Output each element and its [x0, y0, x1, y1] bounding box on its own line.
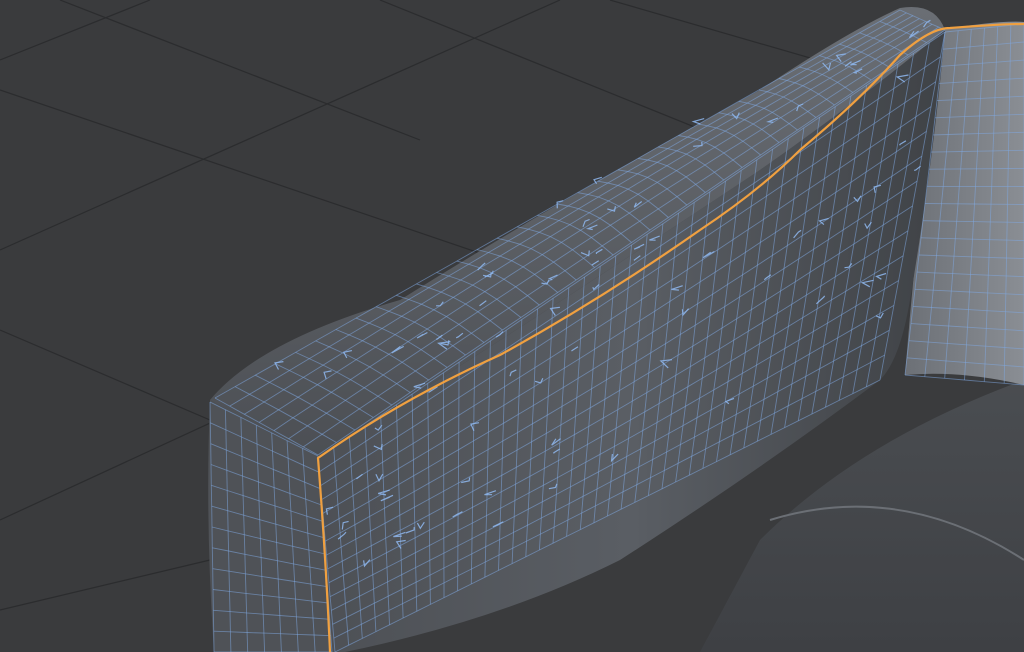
viewport-canvas[interactable] — [0, 0, 1024, 652]
floor-grid-line — [0, 0, 561, 251]
floor-grid-line — [59, 0, 421, 141]
floor-grid-line — [0, 329, 211, 421]
floor-grid-line — [0, 559, 211, 611]
wire-edge — [442, 372, 445, 598]
3d-viewport[interactable] — [0, 0, 1024, 652]
floor-grid-line — [0, 89, 501, 261]
floor-grid-line — [0, 0, 151, 61]
